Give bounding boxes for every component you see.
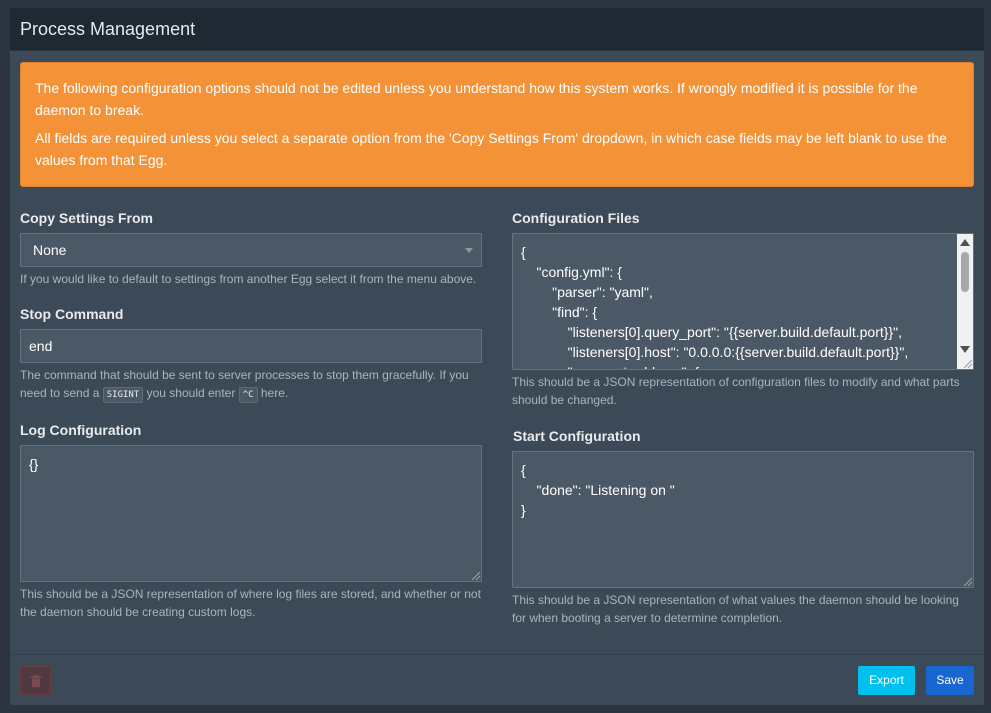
log-config-help: This should be a JSON representation of … bbox=[20, 587, 481, 619]
trash-icon bbox=[31, 675, 41, 687]
delete-button[interactable] bbox=[20, 666, 51, 695]
start-config-label: Start Configuration bbox=[513, 428, 641, 444]
start-config-help: This should be a JSON representation of … bbox=[512, 593, 959, 625]
copy-settings-selected: None bbox=[33, 242, 67, 258]
stop-help-mid: you should enter bbox=[146, 386, 236, 400]
stop-help-post: here. bbox=[260, 386, 289, 400]
scroll-thumb[interactable] bbox=[961, 252, 969, 292]
resize-handle-icon[interactable] bbox=[472, 572, 480, 580]
alert-line-2: All fields are required unless you selec… bbox=[35, 130, 947, 168]
copy-settings-label: Copy Settings From bbox=[20, 210, 154, 226]
stop-command-label: Stop Command bbox=[20, 306, 124, 322]
config-files-help: This should be a JSON representation of … bbox=[512, 375, 960, 407]
alert-line-1: The following configuration options shou… bbox=[35, 80, 918, 118]
panel-footer: Export Save bbox=[10, 654, 984, 705]
copy-settings-help: If you would like to default to settings… bbox=[20, 272, 477, 286]
scroll-up-icon[interactable] bbox=[960, 239, 970, 246]
stop-command-help: The command that should be sent to serve… bbox=[20, 366, 482, 403]
stop-command-value: end bbox=[29, 338, 53, 354]
resize-handle-icon[interactable] bbox=[964, 360, 972, 368]
panel-title: Process Management bbox=[20, 19, 196, 39]
chevron-down-icon bbox=[465, 248, 473, 253]
sigint-code: SIGINT bbox=[102, 387, 144, 403]
log-config-textarea[interactable]: {} bbox=[20, 445, 482, 582]
start-config-value: { "done": "Listening on " } bbox=[521, 462, 675, 518]
resize-handle-icon[interactable] bbox=[964, 578, 972, 586]
scrollbar[interactable] bbox=[957, 234, 973, 369]
scroll-down-icon[interactable] bbox=[960, 346, 970, 353]
copy-settings-select[interactable]: None bbox=[20, 233, 482, 267]
config-files-textarea[interactable]: { "config.yml": { "parser": "yaml", "fin… bbox=[512, 233, 974, 370]
log-config-label: Log Configuration bbox=[20, 422, 142, 438]
log-config-value: {} bbox=[29, 456, 39, 472]
panel-header: Process Management bbox=[10, 8, 984, 51]
start-config-textarea[interactable]: { "done": "Listening on " } bbox=[512, 451, 974, 588]
save-button[interactable]: Save bbox=[926, 666, 974, 695]
export-button[interactable]: Export bbox=[858, 666, 915, 695]
warning-alert: The following configuration options shou… bbox=[20, 62, 974, 187]
config-files-label: Configuration Files bbox=[512, 210, 640, 226]
process-management-panel: Process Management The following configu… bbox=[10, 8, 984, 705]
ctrl-c-code: ^C bbox=[238, 387, 258, 403]
stop-command-input[interactable]: end bbox=[20, 329, 482, 363]
config-files-value: { "config.yml": { "parser": "yaml", "fin… bbox=[521, 244, 909, 369]
